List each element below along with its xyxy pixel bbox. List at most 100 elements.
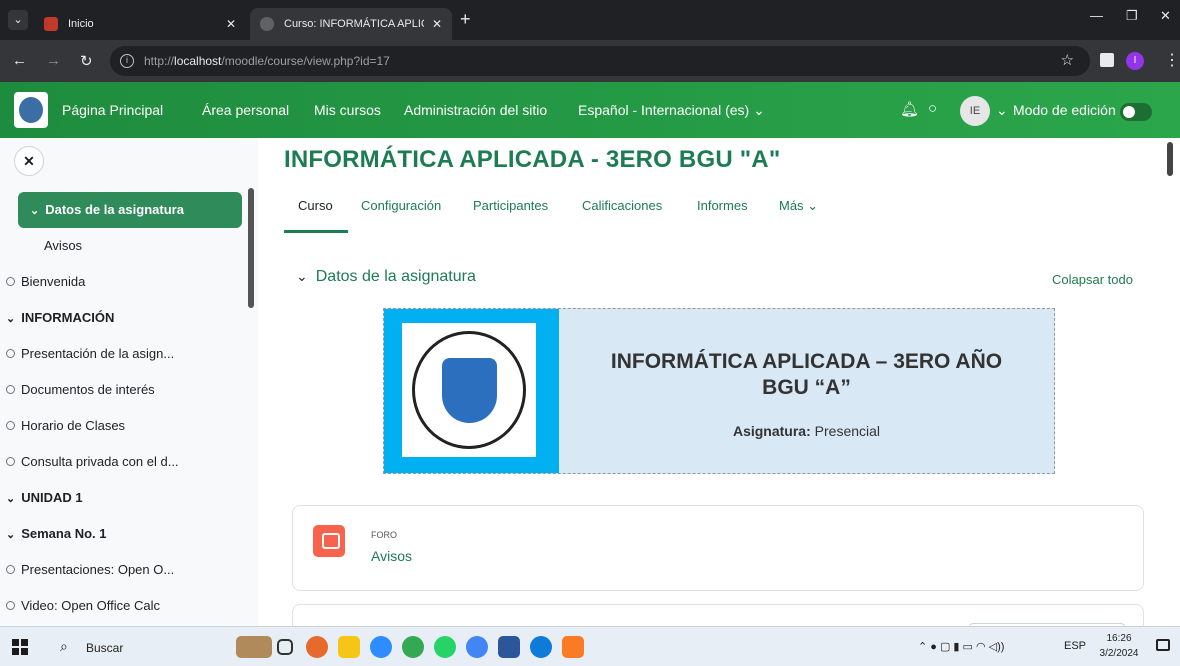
tab-search-button[interactable]: ⌄ (8, 10, 28, 30)
course-index-section-informacion[interactable]: ⌄ INFORMACIÓN (0, 300, 224, 336)
user-avatar[interactable]: IE (960, 96, 990, 126)
taskbar-search[interactable]: ⌕ Buscar (50, 633, 220, 661)
course-index-item-avisos[interactable]: Avisos (18, 228, 242, 264)
back-icon[interactable]: ← (12, 52, 27, 69)
course-index-section-datos[interactable]: ⌄ Datos de la asignatura (18, 192, 242, 228)
course-index-item[interactable]: Horario de Clases (0, 408, 224, 444)
section-header-datos[interactable]: ⌄ Datos de la asignatura (296, 268, 476, 286)
chevron-down-icon: ⌄ (6, 529, 16, 541)
notifications-icon[interactable] (1156, 639, 1170, 651)
course-index-item[interactable]: Consulta privada con el d... (0, 444, 224, 480)
course-index-item-bienvenida[interactable]: Bienvenida (0, 264, 224, 300)
weather-widget-icon[interactable] (236, 636, 272, 658)
restore-icon[interactable]: ❐ (1126, 8, 1138, 24)
tab-mas[interactable]: Más ⌄ (779, 198, 818, 214)
side-panel-icon[interactable] (1100, 53, 1114, 67)
word-icon[interactable] (498, 636, 520, 658)
nav-my-courses-link[interactable]: Mis cursos (314, 102, 381, 118)
profile-avatar[interactable]: I (1126, 52, 1144, 70)
forward-icon[interactable]: → (46, 52, 61, 69)
bullet-icon (6, 385, 15, 394)
xampp-icon[interactable] (562, 636, 584, 658)
new-tab-icon[interactable]: + (460, 9, 471, 30)
site-info-icon[interactable]: i (120, 54, 134, 68)
tab-configuracion[interactable]: Configuración (361, 198, 441, 213)
zoom-icon[interactable] (370, 636, 392, 658)
activity-card-forum: FORO Avisos (292, 505, 1144, 591)
bullet-icon (6, 277, 15, 286)
browser-tab-course[interactable]: Curso: INFORMÁTICA APLICADA ✕ (250, 8, 452, 40)
nav-site-admin-link[interactable]: Administración del sitio (404, 102, 547, 118)
chevron-down-icon: ⌄ (6, 313, 16, 325)
loading-favicon-icon (260, 17, 274, 31)
activity-name-link[interactable]: Avisos (371, 548, 412, 564)
whatsapp-icon[interactable] (434, 636, 456, 658)
nav-home-link[interactable]: Página Principal (62, 102, 163, 118)
tray-icons[interactable]: ⌃ ● ▢ ▮ ▭ ◠ ◁)) (918, 640, 1004, 653)
close-drawer-button[interactable]: ✕ (14, 146, 44, 176)
notifications-bell-icon[interactable]: 🔔︎ (900, 100, 919, 118)
shield-icon (442, 358, 497, 423)
bullet-icon (6, 601, 15, 610)
school-seal-logo (402, 323, 536, 457)
chrome-profile-icon[interactable] (466, 636, 488, 658)
collapse-all-link[interactable]: Colapsar todo (1052, 272, 1133, 287)
input-language[interactable]: ESP (1064, 640, 1086, 652)
edit-mode-label: Modo de edición (1013, 102, 1116, 118)
page-scrollbar[interactable] (1167, 142, 1173, 176)
user-menu-chevron-icon[interactable]: ⌄ (996, 102, 1008, 119)
tab-title: Curso: INFORMÁTICA APLICADA (284, 18, 424, 30)
chevron-down-icon: ⌄ (30, 205, 40, 217)
course-index-item[interactable]: Presentaciones: Open O... (0, 552, 224, 588)
messages-icon[interactable]: ○ (928, 100, 937, 117)
site-logo[interactable] (14, 92, 48, 128)
bullet-icon (6, 565, 15, 574)
close-tab-icon[interactable]: ✕ (226, 8, 236, 40)
tab-informes[interactable]: Informes (697, 198, 748, 213)
browser-toolbar: ← → ↻ i http://localhost/moodle/course/v… (0, 40, 1180, 82)
search-icon: ⌕ (60, 638, 68, 654)
tab-participantes[interactable]: Participantes (473, 198, 548, 213)
reload-icon[interactable]: ↻ (80, 52, 93, 70)
task-view-icon[interactable] (277, 639, 293, 655)
tab-title: Inicio (68, 18, 94, 30)
windows-start-icon[interactable] (12, 639, 28, 655)
course-index-item[interactable]: Video: Open Office Calc (0, 588, 224, 624)
course-index-item[interactable]: Documentos de interés (0, 372, 224, 408)
bookmark-star-icon[interactable]: ☆ (1061, 51, 1074, 69)
browser-tab-inicio[interactable]: Inicio ✕ (34, 8, 246, 40)
course-index-section-semana-1[interactable]: ⌄ Semana No. 1 (0, 516, 224, 552)
bullet-icon (6, 349, 15, 358)
nav-dashboard-link[interactable]: Área personal (202, 102, 289, 118)
bullet-icon (6, 457, 15, 466)
browser-tab-strip: ⌄ Inicio ✕ Curso: INFORMÁTICA APLICADA ✕… (0, 0, 1180, 40)
windows-taskbar: ⌕ Buscar ⌃ ● ▢ ▮ ▭ ◠ ◁)) ESP 16:26 3/2/2… (0, 626, 1180, 666)
course-index-item[interactable]: Presentación de la asign... (0, 336, 224, 372)
edit-mode-toggle[interactable] (1120, 103, 1152, 121)
minimize-icon[interactable]: — (1090, 8, 1103, 23)
address-bar[interactable]: i http://localhost/moodle/course/view.ph… (110, 46, 1090, 76)
chevron-down-icon: ⌄ (6, 493, 16, 505)
drawer-scrollbar[interactable] (248, 188, 254, 308)
taskbar-clock[interactable]: 16:26 3/2/2024 (1094, 631, 1144, 661)
edge-icon[interactable] (530, 636, 552, 658)
language-menu[interactable]: Español - Internacional (es) ⌄ (578, 102, 765, 119)
site-navbar: Página Principal Área personal Mis curso… (0, 82, 1180, 138)
chrome-icon[interactable] (402, 636, 424, 658)
active-tab-indicator (284, 230, 348, 233)
browser-menu-icon[interactable]: ⋮ (1164, 50, 1180, 70)
forum-icon (313, 525, 345, 557)
close-tab-icon[interactable]: ✕ (432, 8, 442, 40)
chevron-down-icon[interactable]: ⌄ (296, 268, 308, 284)
tab-calificaciones[interactable]: Calificaciones (582, 198, 662, 213)
tab-curso[interactable]: Curso (298, 198, 333, 213)
course-index-section-unidad-1[interactable]: ⌄ UNIDAD 1 (0, 480, 224, 516)
course-index-drawer: ✕ ⌄ Datos de la asignatura Avisos Bienven… (0, 138, 258, 626)
file-explorer-icon[interactable] (338, 636, 360, 658)
url-text[interactable]: http://localhost/moodle/course/view.php?… (144, 54, 390, 68)
firefox-icon[interactable] (306, 636, 328, 658)
close-window-icon[interactable]: ✕ (1160, 8, 1171, 24)
site-favicon-icon (44, 17, 58, 31)
bullet-icon (6, 421, 15, 430)
page-title: INFORMÁTICA APLICADA - 3ERO BGU "A" (284, 146, 781, 173)
